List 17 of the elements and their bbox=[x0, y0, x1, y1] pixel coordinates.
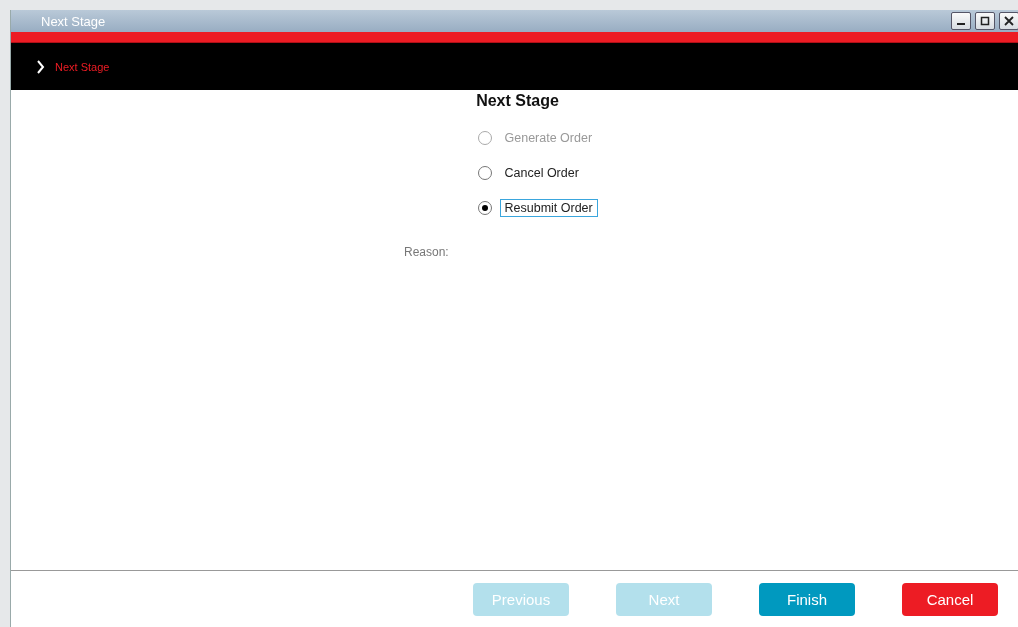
maximize-icon bbox=[980, 16, 990, 26]
breadcrumb-label: Next Stage bbox=[55, 60, 110, 73]
reason-label: Reason: bbox=[404, 245, 449, 259]
chevron-icon bbox=[36, 59, 45, 74]
minimize-button[interactable] bbox=[951, 12, 971, 30]
radio-button[interactable] bbox=[477, 166, 492, 180]
window-title: Next Stage bbox=[41, 13, 106, 29]
minimize-icon bbox=[957, 23, 965, 25]
radio-button[interactable] bbox=[477, 201, 492, 215]
footer-button[interactable]: Finish bbox=[759, 582, 855, 616]
option-label[interactable]: Resubmit Order bbox=[499, 199, 598, 217]
close-button[interactable] bbox=[999, 12, 1018, 30]
footer-button[interactable]: Cancel bbox=[902, 582, 998, 616]
option-label[interactable]: Cancel Order bbox=[499, 164, 584, 182]
close-icon bbox=[1004, 16, 1014, 26]
page-heading: Next Stage bbox=[476, 92, 559, 110]
maximize-button[interactable] bbox=[975, 12, 995, 30]
